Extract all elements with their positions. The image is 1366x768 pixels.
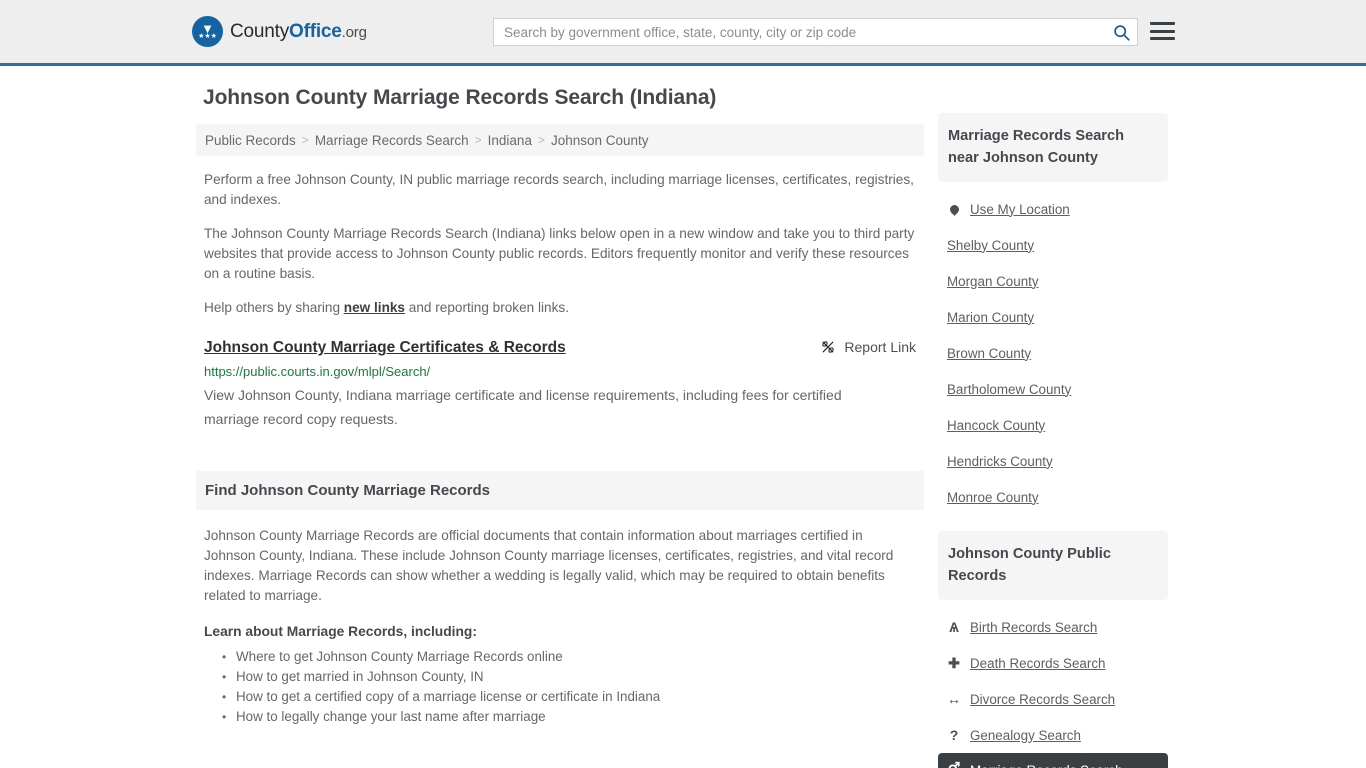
public-records-heading: Johnson County Public Records	[938, 531, 1168, 600]
intro-paragraph-2: The Johnson County Marriage Records Sear…	[204, 226, 915, 281]
intro-paragraph-3: Help others by sharing new links and rep…	[196, 298, 924, 318]
sidebar-item-use-my-location[interactable]: Use My Location	[938, 191, 1168, 227]
search-input[interactable]	[494, 19, 1105, 45]
list-item: Where to get Johnson County Marriage Rec…	[222, 647, 924, 667]
logo-office: Office	[289, 20, 342, 42]
sidebar-item-label[interactable]: Marriage Records Search	[970, 763, 1123, 768]
sidebar-item-label[interactable]: Death Records Search	[970, 656, 1105, 671]
share-text-before: Help others by sharing	[204, 300, 344, 315]
sidebar-item-morgan-county[interactable]: Morgan County	[938, 263, 1168, 299]
sidebar-item-divorce-records-search[interactable]: ↔ Divorce Records Search	[938, 681, 1168, 717]
male-female-symbol-icon: ⚥	[947, 762, 961, 768]
result-url: https://public.courts.in.gov/mlpl/Search…	[204, 364, 431, 379]
search-button[interactable]	[1105, 19, 1137, 45]
stars-glyph: ★★★	[198, 32, 217, 40]
report-link-button[interactable]: Report Link	[820, 338, 916, 355]
sidebar-item-marion-county[interactable]: Marion County	[938, 299, 1168, 335]
nearby-search-heading: Marriage Records Search near Johnson Cou…	[938, 113, 1168, 182]
sidebar-item-shelby-county[interactable]: Shelby County	[938, 227, 1168, 263]
breadcrumb-separator-icon: >	[474, 133, 482, 147]
map-pin-icon	[947, 202, 961, 216]
double-arrow-icon: ↔	[947, 691, 961, 707]
breadcrumb-item-indiana[interactable]: Indiana	[488, 133, 532, 148]
sidebar-item-label[interactable]: Morgan County	[947, 274, 1039, 289]
sidebar-item-label[interactable]: Shelby County	[947, 238, 1034, 253]
new-links-link[interactable]: new links	[344, 300, 405, 315]
sidebar-item-label[interactable]: Marion County	[947, 310, 1034, 325]
search-icon	[1113, 24, 1130, 41]
sidebar-item-label[interactable]: Hendricks County	[947, 454, 1053, 469]
breadcrumb-item-marriage-records-search[interactable]: Marriage Records Search	[315, 133, 469, 148]
result-header: Johnson County Marriage Certificates & R…	[204, 338, 916, 358]
sidebar-item-hendricks-county[interactable]: Hendricks County	[938, 443, 1168, 479]
find-section-paragraph: Johnson County Marriage Records are offi…	[204, 528, 894, 603]
search-result-item: Johnson County Marriage Certificates & R…	[196, 338, 924, 431]
logo-org: .org	[341, 23, 367, 41]
broken-link-icon	[822, 341, 835, 353]
nearby-search-list: Use My Location Shelby County Morgan Cou…	[938, 182, 1168, 515]
learn-list: Where to get Johnson County Marriage Rec…	[196, 647, 924, 727]
breadcrumb-separator-icon: >	[537, 133, 545, 147]
question-mark-icon: ?	[949, 727, 959, 743]
nearby-search-panel: Marriage Records Search near Johnson Cou…	[938, 113, 1168, 515]
sidebar-item-label[interactable]: Brown County	[947, 346, 1031, 361]
sidebar-item-label[interactable]: Bartholomew County	[947, 382, 1071, 397]
sidebar-item-birth-records-search[interactable]: Ѧ Birth Records Search	[938, 609, 1168, 645]
hamburger-bar	[1150, 29, 1175, 33]
learn-heading: Learn about Marriage Records, including:	[204, 624, 477, 639]
sidebar-item-death-records-search[interactable]: ✚ Death Records Search	[938, 645, 1168, 681]
eagle-glyph: ▼	[201, 20, 214, 36]
result-description: View Johnson County, Indiana marriage ce…	[204, 387, 842, 427]
logo-county: County	[230, 20, 290, 42]
public-records-panel: Johnson County Public Records Ѧ Birth Re…	[938, 531, 1168, 768]
eagle-seal-icon: ▼ ★★★	[192, 16, 223, 47]
sidebar-item-label[interactable]: Use My Location	[970, 202, 1070, 217]
hamburger-menu-icon[interactable]	[1150, 20, 1175, 42]
site-logo[interactable]: ▼ ★★★ CountyOffice.org	[192, 16, 367, 47]
sidebar-item-label[interactable]: Monroe County	[947, 490, 1039, 505]
sidebar-item-brown-county[interactable]: Brown County	[938, 335, 1168, 371]
list-item: How to legally change your last name aft…	[222, 707, 924, 727]
sidebar-item-monroe-county[interactable]: Monroe County	[938, 479, 1168, 515]
baby-icon: Ѧ	[949, 619, 959, 635]
site-header: ▼ ★★★ CountyOffice.org	[0, 0, 1366, 66]
intro-paragraph-1: Perform a free Johnson County, IN public…	[204, 172, 914, 207]
sidebar-item-label[interactable]: Birth Records Search	[970, 620, 1097, 635]
find-section-heading: Find Johnson County Marriage Records	[196, 471, 924, 510]
breadcrumb-item-johnson-county: Johnson County	[550, 132, 649, 148]
hamburger-bar	[1150, 37, 1175, 40]
sidebar-item-label[interactable]: Hancock County	[947, 418, 1045, 433]
breadcrumb: Public Records > Marriage Records Search…	[196, 124, 924, 156]
share-text-after: and reporting broken links.	[405, 300, 569, 315]
search-bar	[493, 18, 1138, 46]
cross-icon: ✚	[948, 654, 960, 671]
breadcrumb-item-public-records[interactable]: Public Records	[205, 133, 296, 148]
list-item: How to get married in Johnson County, IN	[222, 667, 924, 687]
breadcrumb-separator-icon: >	[301, 133, 309, 147]
sidebar-item-hancock-county[interactable]: Hancock County	[938, 407, 1168, 443]
logo-wordmark: CountyOffice.org	[230, 21, 367, 43]
hamburger-bar	[1150, 22, 1175, 25]
report-link-label: Report Link	[844, 339, 916, 355]
result-title-link[interactable]: Johnson County Marriage Certificates & R…	[204, 338, 566, 358]
sidebar-item-genealogy-search[interactable]: ? Genealogy Search	[938, 717, 1168, 753]
sidebar-item-label[interactable]: Divorce Records Search	[970, 692, 1115, 707]
sidebar-item-bartholomew-county[interactable]: Bartholomew County	[938, 371, 1168, 407]
public-records-list: Ѧ Birth Records Search ✚ Death Records S…	[938, 600, 1168, 768]
list-item: How to get a certified copy of a marriag…	[222, 687, 924, 707]
sidebar: Marriage Records Search near Johnson Cou…	[938, 113, 1168, 768]
sidebar-item-label[interactable]: Genealogy Search	[970, 728, 1081, 743]
main-content: Johnson County Marriage Records Search (…	[196, 86, 924, 727]
sidebar-item-marriage-records-search[interactable]: ⚥ Marriage Records Search	[938, 753, 1168, 768]
page-title: Johnson County Marriage Records Search (…	[203, 86, 717, 109]
